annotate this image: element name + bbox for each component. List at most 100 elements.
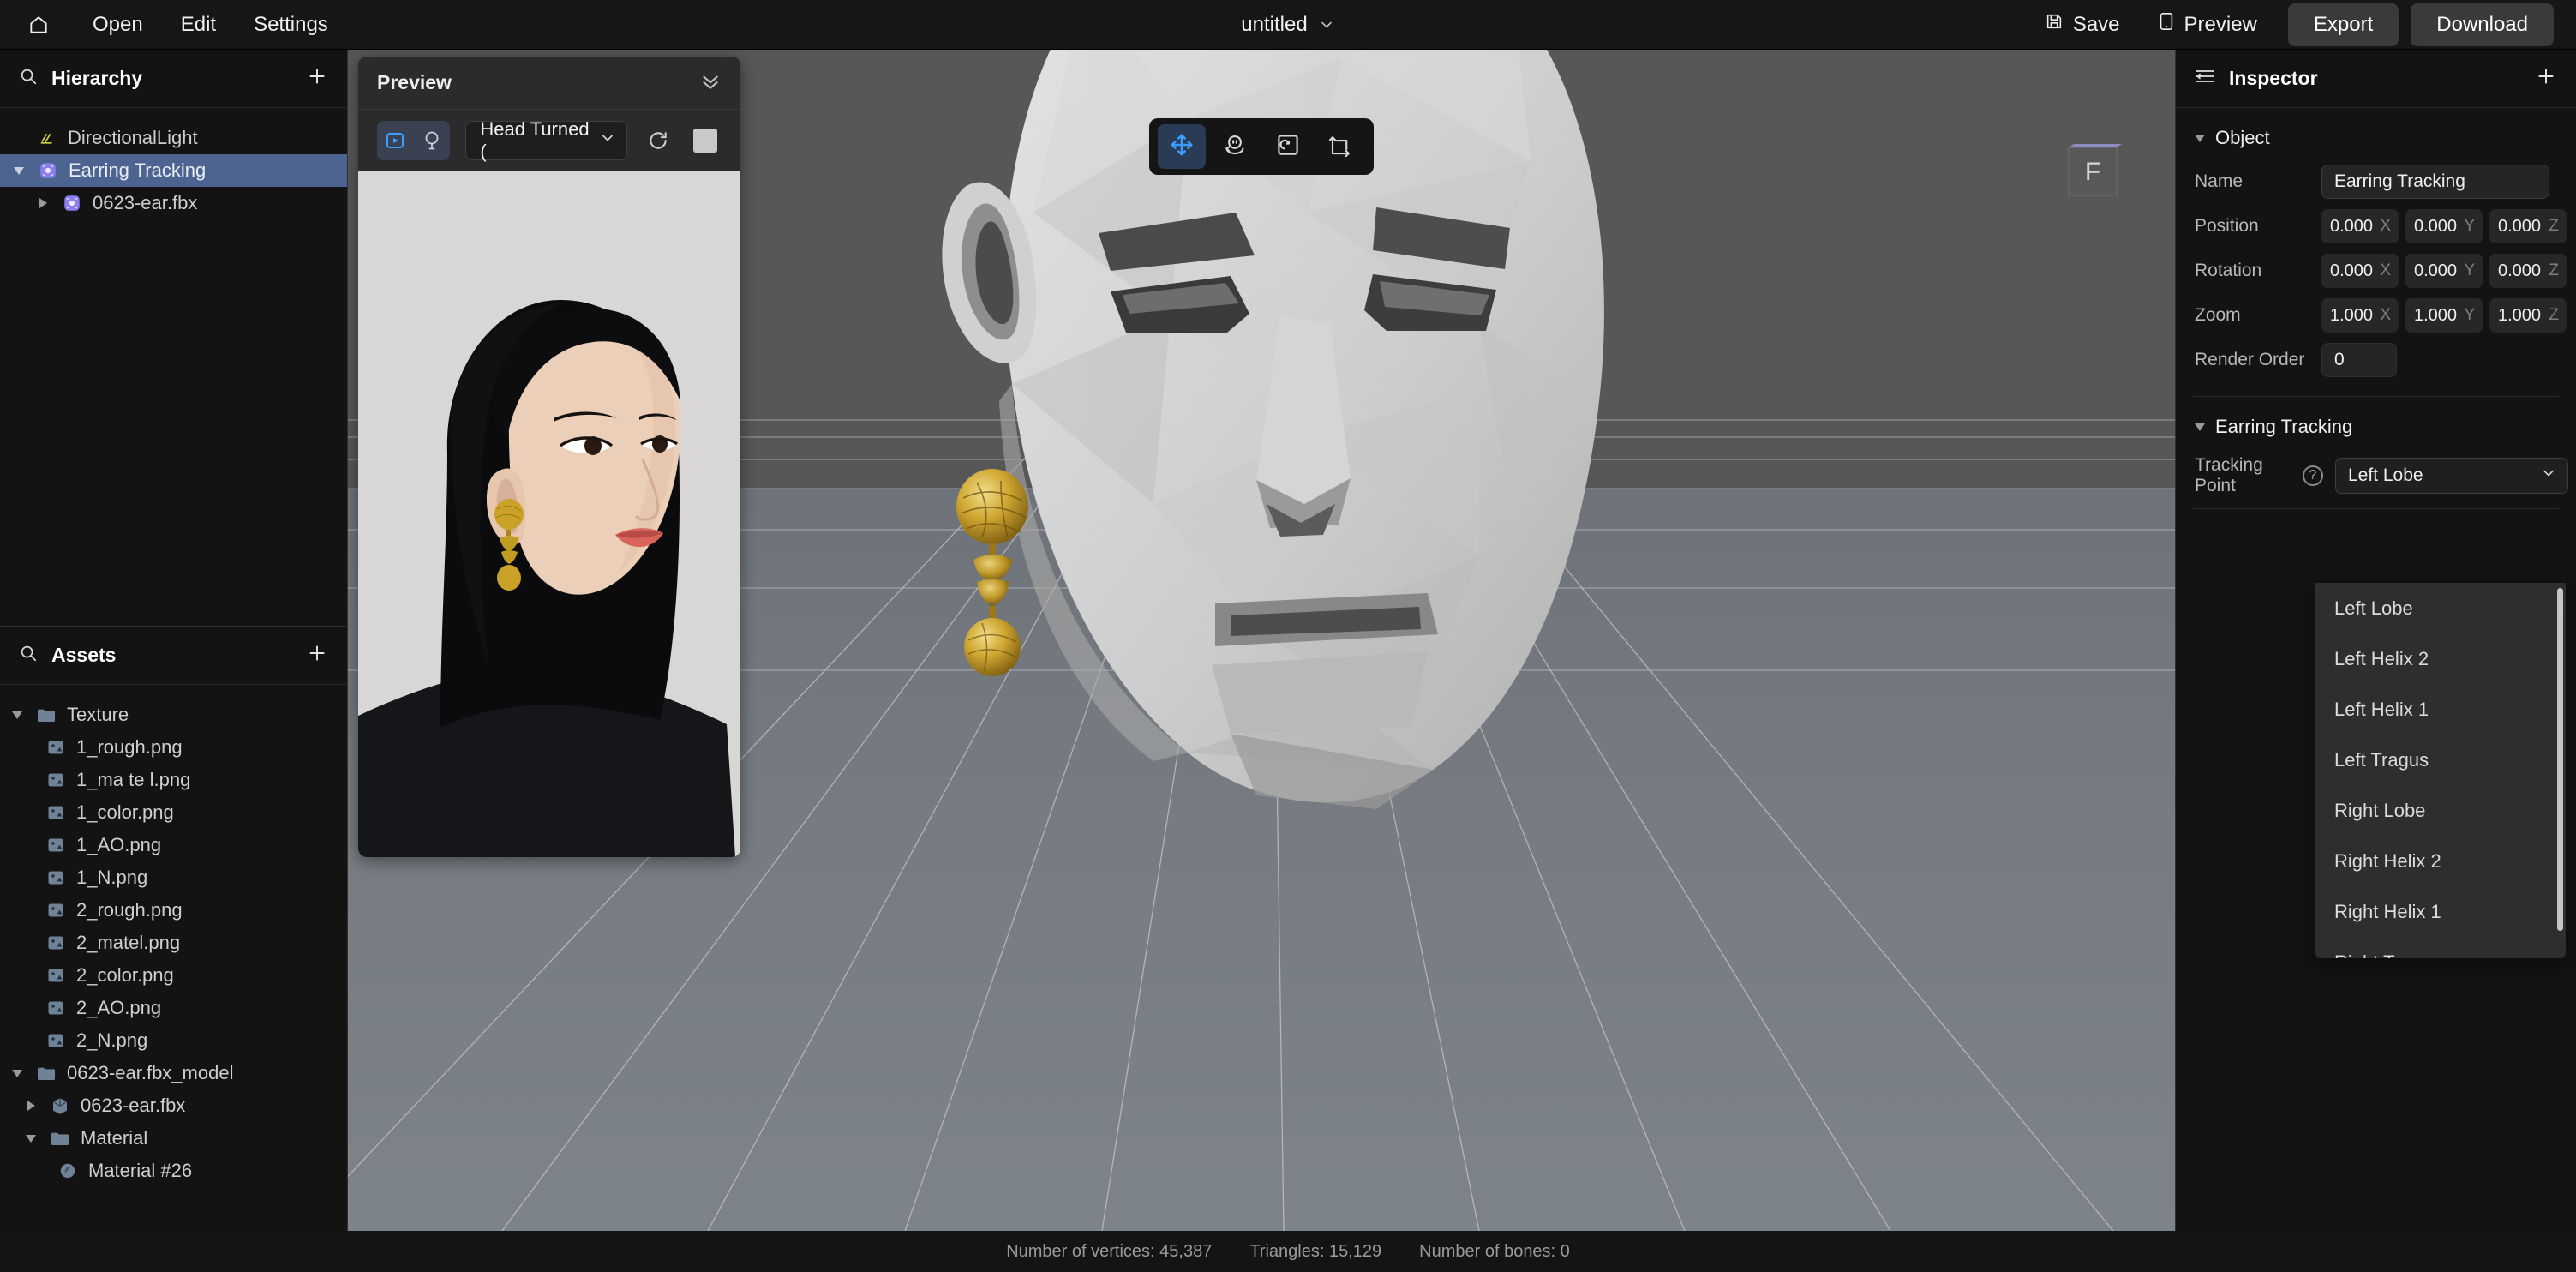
transform-tool[interactable] bbox=[1317, 124, 1365, 169]
chevron-down-icon[interactable] bbox=[1318, 16, 1335, 33]
dropdown-scrollbar[interactable] bbox=[2557, 588, 2563, 931]
chevron-right-icon[interactable] bbox=[34, 198, 51, 208]
hierarchy-item-earring-tracking[interactable]: Earring Tracking bbox=[0, 154, 347, 187]
chevron-down-icon[interactable] bbox=[22, 1134, 39, 1143]
asset-label: 1_AO.png bbox=[76, 834, 162, 855]
inspector-panel-icon bbox=[2195, 67, 2215, 90]
plus-icon[interactable] bbox=[306, 65, 328, 92]
position-z-input[interactable]: 0.000 Z bbox=[2489, 209, 2567, 243]
tracking-point-field-row: Tracking Point ? Left Lobe bbox=[2176, 448, 2576, 503]
menu-settings[interactable]: Settings bbox=[235, 8, 347, 42]
asset-folder-material[interactable]: Material bbox=[0, 1122, 347, 1155]
rotation-z-input[interactable]: 0.000 Z bbox=[2489, 254, 2567, 288]
asset-file-1-rough[interactable]: 1_rough.png bbox=[0, 731, 347, 764]
video-play-icon[interactable] bbox=[377, 121, 414, 160]
dropdown-option-right-tragus[interactable]: Right Tragus bbox=[2315, 937, 2566, 959]
save-button[interactable]: Save bbox=[2026, 5, 2139, 44]
position-y-input[interactable]: 0.000 Y bbox=[2405, 209, 2483, 243]
asset-file-2-n[interactable]: 2_N.png bbox=[0, 1024, 347, 1057]
earring-tracking-section-header[interactable]: Earring Tracking bbox=[2176, 397, 2576, 448]
asset-label: 2_AO.png bbox=[76, 997, 162, 1018]
search-icon[interactable] bbox=[19, 67, 38, 90]
chevron-down-icon[interactable] bbox=[2195, 423, 2205, 431]
chevron-down-icon[interactable] bbox=[9, 711, 26, 719]
viewport-3d[interactable]: Preview Head Turned (F bbox=[348, 50, 2175, 1231]
stop-square-icon[interactable] bbox=[690, 123, 722, 158]
asset-file-2-matel[interactable]: 2_matel.png bbox=[0, 927, 347, 959]
move-tool[interactable] bbox=[1158, 124, 1206, 169]
zoom-z-input[interactable]: 1.000 Z bbox=[2489, 298, 2567, 333]
asset-model-0623-ear-fbx[interactable]: 0623-ear.fbx bbox=[0, 1089, 347, 1122]
rotation-x-input[interactable]: 0.000 X bbox=[2321, 254, 2399, 288]
dropdown-option-left-helix-1[interactable]: Left Helix 1 bbox=[2315, 684, 2566, 735]
object-section-header[interactable]: Object bbox=[2176, 108, 2576, 159]
name-field-row: Name Earring Tracking bbox=[2176, 159, 2576, 204]
dropdown-option-left-helix-2[interactable]: Left Helix 2 bbox=[2315, 633, 2566, 684]
asset-file-1-color[interactable]: 1_color.png bbox=[0, 796, 347, 829]
asset-file-1-n[interactable]: 1_N.png bbox=[0, 861, 347, 894]
lightbulb-icon[interactable] bbox=[414, 121, 451, 160]
download-button[interactable]: Download bbox=[2411, 3, 2554, 46]
plus-icon[interactable] bbox=[306, 642, 328, 669]
tracking-point-dropdown[interactable]: Left Lobe Left Helix 2 Left Helix 1 Left… bbox=[2315, 583, 2566, 958]
axis-y-label: Y bbox=[2464, 217, 2475, 235]
dropdown-option-right-helix-2[interactable]: Right Helix 2 bbox=[2315, 836, 2566, 886]
preview-mode-toggle[interactable] bbox=[377, 121, 451, 160]
export-button[interactable]: Export bbox=[2287, 3, 2399, 46]
menu-open[interactable]: Open bbox=[74, 8, 162, 42]
asset-folder-0623-ear-fbx-model[interactable]: 0623-ear.fbx_model bbox=[0, 1057, 347, 1089]
zoom-y-input[interactable]: 1.000 Y bbox=[2405, 298, 2483, 333]
assets-title: Assets bbox=[51, 644, 117, 666]
page-title[interactable]: untitled bbox=[1241, 13, 1307, 37]
hierarchy-item-0623-ear-fbx[interactable]: 0623-ear.fbx bbox=[0, 187, 347, 219]
view-cube-gizmo[interactable]: F bbox=[2062, 142, 2129, 221]
folder-icon bbox=[49, 1131, 71, 1146]
search-icon[interactable] bbox=[19, 644, 38, 667]
position-x-input[interactable]: 0.000 X bbox=[2321, 209, 2399, 243]
asset-file-2-rough[interactable]: 2_rough.png bbox=[0, 894, 347, 927]
axis-x-label: X bbox=[2380, 217, 2391, 235]
preview-video-frame[interactable] bbox=[358, 171, 740, 857]
name-input[interactable]: Earring Tracking bbox=[2321, 165, 2549, 199]
image-icon bbox=[45, 739, 67, 756]
hierarchy-item-directionallight[interactable]: DirectionalLight bbox=[0, 122, 347, 154]
view-cube-face-label: F bbox=[2085, 158, 2100, 186]
asset-folder-texture[interactable]: Texture bbox=[0, 699, 347, 731]
zoom-x-input[interactable]: 1.000 X bbox=[2321, 298, 2399, 333]
zoom-y-value: 1.000 bbox=[2414, 305, 2458, 325]
chevron-down-icon[interactable] bbox=[10, 166, 27, 175]
dropdown-option-right-lobe[interactable]: Right Lobe bbox=[2315, 785, 2566, 836]
dropdown-option-right-helix-1[interactable]: Right Helix 1 bbox=[2315, 886, 2566, 937]
chevron-right-icon[interactable] bbox=[22, 1101, 39, 1111]
question-mark-icon[interactable]: ? bbox=[2303, 465, 2323, 486]
tracking-point-select[interactable]: Left Lobe bbox=[2335, 458, 2568, 494]
refresh-icon[interactable] bbox=[643, 123, 674, 158]
chevron-down-icon[interactable] bbox=[9, 1069, 26, 1077]
preview-clip-select[interactable]: Head Turned ( bbox=[465, 118, 627, 162]
rotation-y-input[interactable]: 0.000 Y bbox=[2405, 254, 2483, 288]
status-bones: Number of bones: 0 bbox=[1419, 1241, 1570, 1261]
preview-button[interactable]: Preview bbox=[2139, 5, 2276, 44]
earring-tracking-section-label: Earring Tracking bbox=[2215, 416, 2353, 437]
scale-tool[interactable] bbox=[1264, 124, 1312, 169]
asset-file-2-ao[interactable]: 2_AO.png bbox=[0, 992, 347, 1024]
dropdown-option-left-tragus[interactable]: Left Tragus bbox=[2315, 735, 2566, 785]
asset-label: 2_matel.png bbox=[76, 932, 181, 953]
chevron-down-icon[interactable] bbox=[2195, 134, 2205, 142]
asset-material-26[interactable]: Material #26 bbox=[0, 1155, 347, 1187]
render-order-input[interactable]: 0 bbox=[2321, 343, 2397, 377]
dropdown-option-left-lobe[interactable]: Left Lobe bbox=[2315, 583, 2566, 633]
menu-edit[interactable]: Edit bbox=[162, 8, 235, 42]
top-bar-right: Save Preview Export Download bbox=[2026, 3, 2576, 46]
home-icon[interactable] bbox=[19, 5, 58, 45]
earring-model-3d[interactable] bbox=[948, 465, 1059, 723]
double-chevron-down-icon[interactable] bbox=[699, 69, 722, 96]
asset-label: 2_color.png bbox=[76, 964, 174, 986]
plus-icon[interactable] bbox=[2535, 65, 2557, 92]
asset-file-1-ao[interactable]: 1_AO.png bbox=[0, 829, 347, 861]
asset-file-2-color[interactable]: 2_color.png bbox=[0, 959, 347, 992]
asset-file-1-matel[interactable]: 1_ma te l.png bbox=[0, 764, 347, 796]
preview-person-image bbox=[358, 171, 740, 857]
rotate-tool[interactable] bbox=[1211, 124, 1259, 169]
asset-label: 1_ma te l.png bbox=[76, 769, 191, 790]
